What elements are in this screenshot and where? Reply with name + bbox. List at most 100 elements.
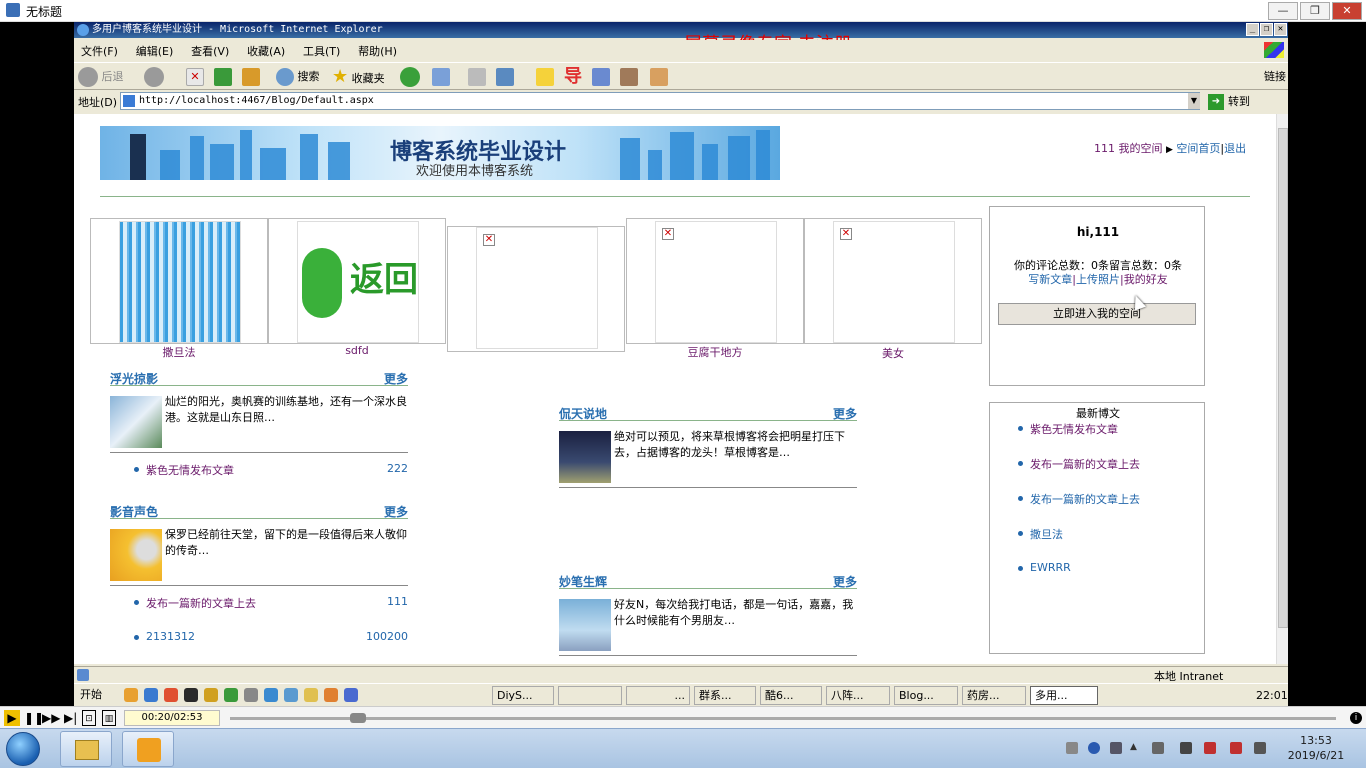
space-home-link[interactable]: 空间首页 [1176,142,1220,155]
quicklaunch-icon[interactable] [244,688,258,702]
ie-close-icon[interactable]: ✕ [1274,23,1287,36]
flag-icon[interactable] [1110,742,1122,754]
quicklaunch-icon[interactable] [344,688,358,702]
play-icon[interactable]: ▶ [4,710,20,726]
section-title[interactable]: 浮光掠影 [110,370,158,387]
volume-icon[interactable] [1204,742,1216,754]
quicklaunch-icon[interactable] [124,688,138,702]
section-thumbnail[interactable] [559,431,611,483]
explorer-taskbar-icon[interactable] [60,731,112,767]
ie-quicklaunch-icon[interactable] [264,688,278,702]
forward-button[interactable] [144,66,164,88]
quicklaunch-icon[interactable] [164,688,178,702]
step-icon[interactable]: ▶| [64,710,77,726]
taskbar-item[interactable]: 群系... [694,686,756,705]
latest-post-link[interactable]: 发布一篇新的文章上去 [1018,491,1140,507]
progress-track[interactable] [230,717,1336,720]
section-thumbnail[interactable] [559,599,611,651]
my-space-link[interactable]: 111 我的空间 [1094,142,1163,155]
latest-post-link[interactable]: 撒旦法 [1018,526,1063,542]
mail-button[interactable] [432,66,450,88]
broken-image[interactable]: ✕ [833,221,955,343]
qq-icon[interactable] [184,688,198,702]
menu-view[interactable]: 查看(V) [184,40,236,62]
progress-knob[interactable] [350,713,367,723]
system-clock[interactable]: 13:53 2019/6/21 [1286,733,1346,763]
signal-icon[interactable] [1254,742,1266,754]
section-title[interactable]: 妙笔生辉 [559,573,607,590]
player-taskbar-icon[interactable] [122,731,174,767]
section-title[interactable]: 影音声色 [110,503,158,520]
menu-tools[interactable]: 工具(T) [296,40,347,62]
fullscreen-icon[interactable]: ⊡ [82,710,96,726]
latest-post-link[interactable]: 发布一篇新的文章上去 [1018,456,1140,472]
taskbar-item[interactable]: 药房... [962,686,1026,705]
address-dropdown-icon[interactable]: ▼ [1188,93,1200,109]
taskbar-item[interactable]: DiyS... [492,686,554,705]
write-article-link[interactable]: 写新文章 [1028,273,1072,286]
article-link[interactable]: 发布一篇新的文章上去 [134,595,256,611]
photo-caption[interactable]: sdfd [268,344,446,357]
refresh-button[interactable] [214,66,232,88]
search-button[interactable]: 搜索 [276,66,320,88]
links-button[interactable]: 链接 [1264,66,1286,88]
more-link[interactable]: 更多 [833,405,857,422]
ie-minimize-icon[interactable]: _ [1246,23,1259,36]
dao-button[interactable]: 导 [564,66,582,88]
menu-help[interactable]: 帮助(H) [351,40,404,62]
windows-start-orb[interactable] [6,732,40,766]
network-icon[interactable] [1152,742,1164,754]
more-link[interactable]: 更多 [384,370,408,387]
quicklaunch-icon[interactable] [204,688,218,702]
taskbar-item[interactable] [558,686,622,705]
latest-post-link[interactable]: 紫色无情发布文章 [1018,421,1118,437]
broken-image[interactable]: ✕ [655,221,777,343]
print-button[interactable] [468,66,486,88]
taskbar-item-active[interactable]: 多用... [1030,686,1098,705]
taskbar-item[interactable]: 酷6... [760,686,822,705]
home-button[interactable] [242,66,260,88]
quicklaunch-icon[interactable] [144,688,158,702]
edit-button[interactable] [496,66,514,88]
section-title[interactable]: 侃天说地 [559,405,607,422]
go-button[interactable]: ➜ 转到 [1208,93,1250,110]
photo-thumbnail[interactable]: 返回 [297,221,419,343]
article-link[interactable]: 2131312 [134,630,195,643]
my-friends-link[interactable]: 我的好友 [1124,273,1168,286]
broken-image[interactable]: ✕ [476,227,598,349]
tray-expand-icon[interactable]: ▲ [1130,742,1142,754]
section-thumbnail[interactable] [110,396,162,448]
photo-card[interactable] [90,218,268,344]
house-button[interactable] [650,66,668,88]
photo-card[interactable]: ✕ [804,218,982,344]
taskbar-item[interactable]: Blog... [894,686,958,705]
taskbar-item[interactable]: 八阵... [826,686,890,705]
ie-restore-icon[interactable]: ❐ [1260,23,1273,36]
quicklaunch-icon[interactable] [224,688,238,702]
address-input[interactable]: http://localhost:4467/Blog/Default.aspx [120,92,1200,110]
info-icon[interactable]: i [1350,712,1362,724]
photo-caption[interactable]: 豆腐干地方 [626,344,804,360]
action-center-icon[interactable] [1230,742,1242,754]
start-button[interactable]: 开始 [76,686,106,704]
latest-post-link[interactable]: EWRRR [1018,561,1071,574]
enter-my-space-button[interactable]: 立即进入我的空间 [998,303,1196,325]
photo-caption[interactable]: 撒旦法 [90,344,268,360]
more-link[interactable]: 更多 [833,573,857,590]
quicklaunch-icon[interactable] [304,688,318,702]
quicklaunch-icon[interactable] [284,688,298,702]
media-button[interactable] [400,66,420,88]
photo-caption[interactable]: 美女 [804,345,982,361]
vertical-scrollbar[interactable] [1276,114,1288,664]
menu-edit[interactable]: 编辑(E) [129,40,181,62]
section-thumbnail[interactable] [110,529,162,581]
window-icon[interactable]: ▥ [102,710,116,726]
help-icon[interactable] [1088,742,1100,754]
favorites-button[interactable]: ★ 收藏夹 [332,66,385,88]
note-button[interactable] [536,66,554,88]
close-icon[interactable]: ✕ [1332,2,1362,20]
quicklaunch-icon[interactable] [324,688,338,702]
article-link[interactable]: 紫色无情发布文章 [134,462,234,478]
scroll-thumb[interactable] [1278,128,1288,628]
fast-forward-icon[interactable]: ▶▶ [42,710,60,726]
